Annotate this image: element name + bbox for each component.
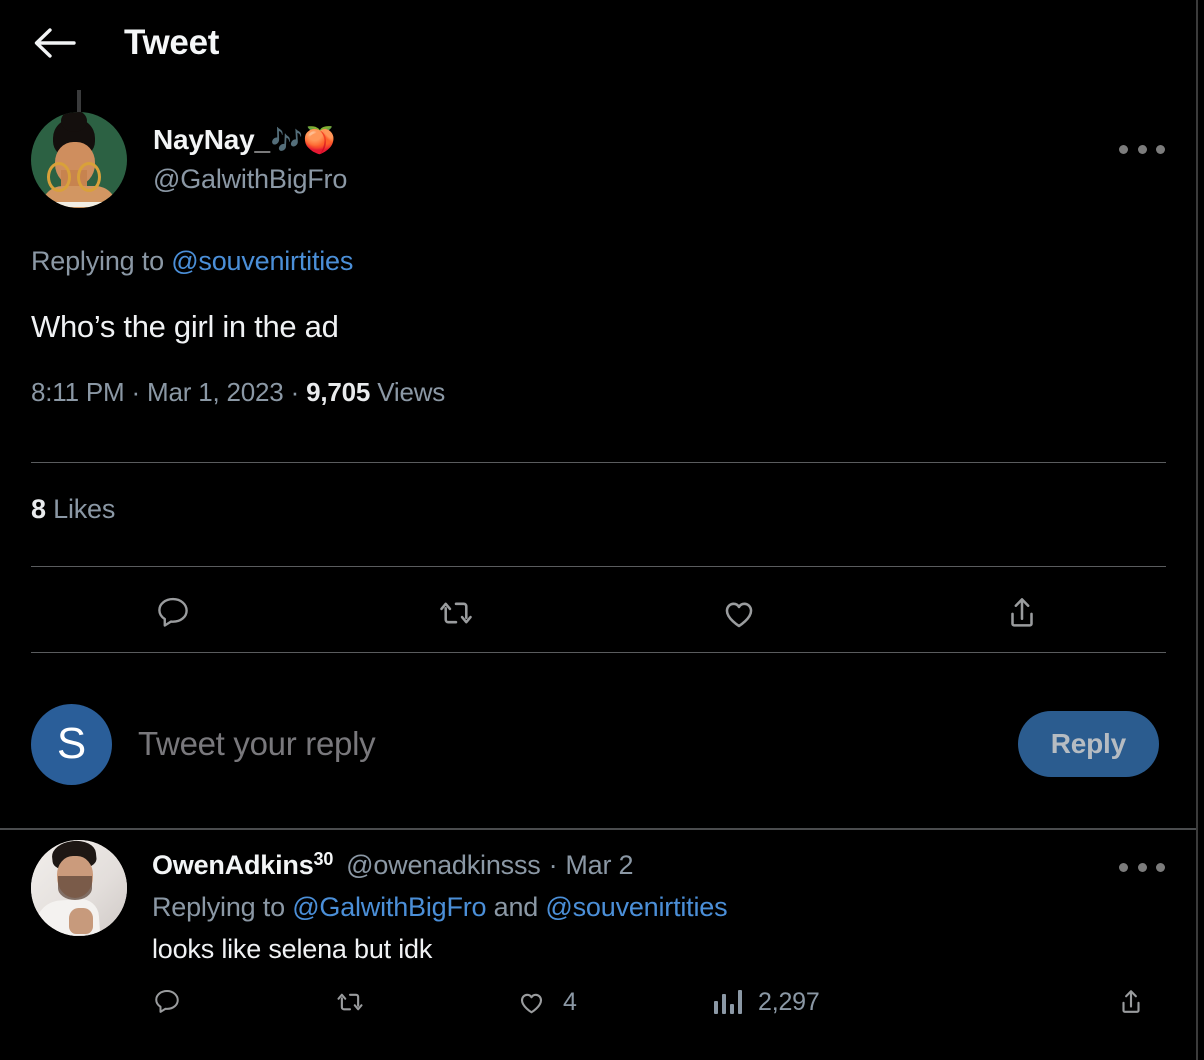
thread-connector-line [77, 90, 81, 112]
tweet-time: 8:11 PM [31, 377, 125, 407]
tweet-body-text: Who’s the girl in the ad [31, 309, 339, 344]
retweet-icon[interactable] [334, 987, 516, 1017]
bar-1 [714, 1001, 718, 1014]
avatar-earring-left [47, 162, 71, 192]
reply-content: OwenAdkins 30 @owenadkinsss · Mar 2 Reply… [152, 840, 1196, 1017]
reply-tweet-body: OwenAdkins 30 @owenadkinsss · Mar 2 Reply… [0, 840, 1196, 1017]
divider-above-reply [0, 828, 1196, 830]
reply-replying-handle-1[interactable]: @GalwithBigFro [292, 892, 486, 922]
author-name-block: NayNay_ 🎶🍑 @GalwithBigFro [153, 112, 347, 193]
reply-composer: S Tweet your reply Reply [0, 660, 1196, 828]
user-handle[interactable]: @GalwithBigFro [153, 166, 347, 193]
likes-count: 8 [31, 494, 46, 524]
main-tweet-author-row: NayNay_ 🎶🍑 @GalwithBigFro [0, 112, 1196, 220]
analytics-bars-icon[interactable]: 2,297 [714, 988, 1116, 1017]
reply-icon[interactable] [152, 987, 334, 1017]
composer-avatar[interactable]: S [31, 703, 112, 785]
avatar-earring-right [77, 162, 101, 192]
reply-display-name[interactable]: OwenAdkins [152, 850, 314, 881]
reply-replying-prefix: Replying to [152, 892, 293, 922]
views-label: Views [377, 377, 446, 407]
retweet-icon[interactable] [314, 594, 597, 632]
dot-3 [1156, 862, 1165, 872]
dot-2 [1137, 862, 1147, 872]
replying-to-line: Replying to @souvenirtities [0, 246, 1196, 277]
more-options-icon[interactable] [1119, 852, 1165, 882]
main-tweet-action-bar [31, 574, 1166, 652]
share-icon[interactable] [1116, 987, 1162, 1017]
reply-author-line: OwenAdkins 30 @owenadkinsss · Mar 2 [152, 849, 1196, 881]
tweet-meta-line: 8:11 PM · Mar 1, 2023 · 9,705 Views [0, 377, 1196, 408]
tweet-date: Mar 1, 2023 [147, 377, 284, 407]
dot-1 [1119, 144, 1128, 154]
likes-summary[interactable]: 8 Likes [31, 494, 115, 525]
divider-above-actionbar [31, 566, 1166, 567]
avatar-beard [58, 876, 92, 900]
display-name-emoji: 🎶🍑 [270, 125, 336, 155]
avatar-hand [69, 908, 93, 934]
dot-3 [1156, 144, 1165, 154]
reply-date[interactable]: Mar 2 [565, 850, 633, 881]
likes-label: Likes [53, 494, 116, 524]
bar-4 [738, 990, 742, 1014]
reply-display-name-superscript: 30 [313, 849, 334, 869]
scrollbar-track[interactable] [1196, 0, 1198, 1060]
reply-tweet: OwenAdkins 30 @owenadkinsss · Mar 2 Reply… [0, 840, 1196, 1017]
reply-user-handle[interactable]: @owenadkinsss [346, 850, 541, 881]
display-name-text: NayNay_ [153, 124, 270, 155]
tweet-detail-screen: Tweet NayNay_ 🎶🍑 @GalwithBigFro Replying… [0, 0, 1204, 1060]
reply-submit-button[interactable]: Reply [1017, 711, 1159, 777]
main-tweet: NayNay_ 🎶🍑 @GalwithBigFro Replying to @s… [0, 112, 1196, 408]
like-icon[interactable]: 4 [516, 987, 714, 1017]
replying-to-prefix: Replying to [31, 246, 172, 276]
display-name[interactable]: NayNay_ 🎶🍑 [153, 126, 347, 154]
reply-input[interactable]: Tweet your reply [138, 725, 1018, 763]
divider-above-likes [31, 462, 1166, 463]
bar-2 [722, 994, 726, 1014]
views-count: 2,297 [758, 987, 820, 1016]
like-count: 4 [563, 987, 577, 1016]
meta-sep-1: · [124, 377, 148, 407]
reply-replying-handle-2[interactable]: @souvenirtities [545, 892, 727, 922]
page-title: Tweet [124, 23, 220, 62]
like-icon[interactable] [597, 594, 880, 632]
bar-3 [730, 1004, 734, 1014]
avatar-collar [44, 202, 114, 207]
reply-body-text: looks like selena but idk [152, 934, 433, 964]
back-arrow-icon[interactable] [28, 17, 80, 69]
dot-1 [1119, 862, 1128, 872]
avatar[interactable] [31, 112, 127, 208]
header-bar: Tweet [0, 0, 1196, 86]
analytics-bars-glyph [714, 990, 742, 1014]
divider-below-actionbar [31, 652, 1166, 653]
reply-meta-separator: · [548, 850, 558, 880]
replying-to-handle-link[interactable]: @souvenirtities [171, 246, 353, 276]
reply-icon[interactable] [31, 594, 314, 632]
avatar[interactable] [31, 840, 127, 936]
more-options-icon[interactable] [1119, 134, 1165, 164]
reply-replying-and: and [486, 892, 546, 922]
views-count: 9,705 [306, 377, 371, 407]
share-icon[interactable] [880, 594, 1163, 632]
dot-2 [1137, 144, 1147, 154]
reply-action-bar: 4 2,297 [152, 987, 1196, 1017]
reply-replying-to-line: Replying to @GalwithBigFro and @souvenir… [152, 892, 1196, 923]
meta-sep-2: · [283, 377, 307, 407]
